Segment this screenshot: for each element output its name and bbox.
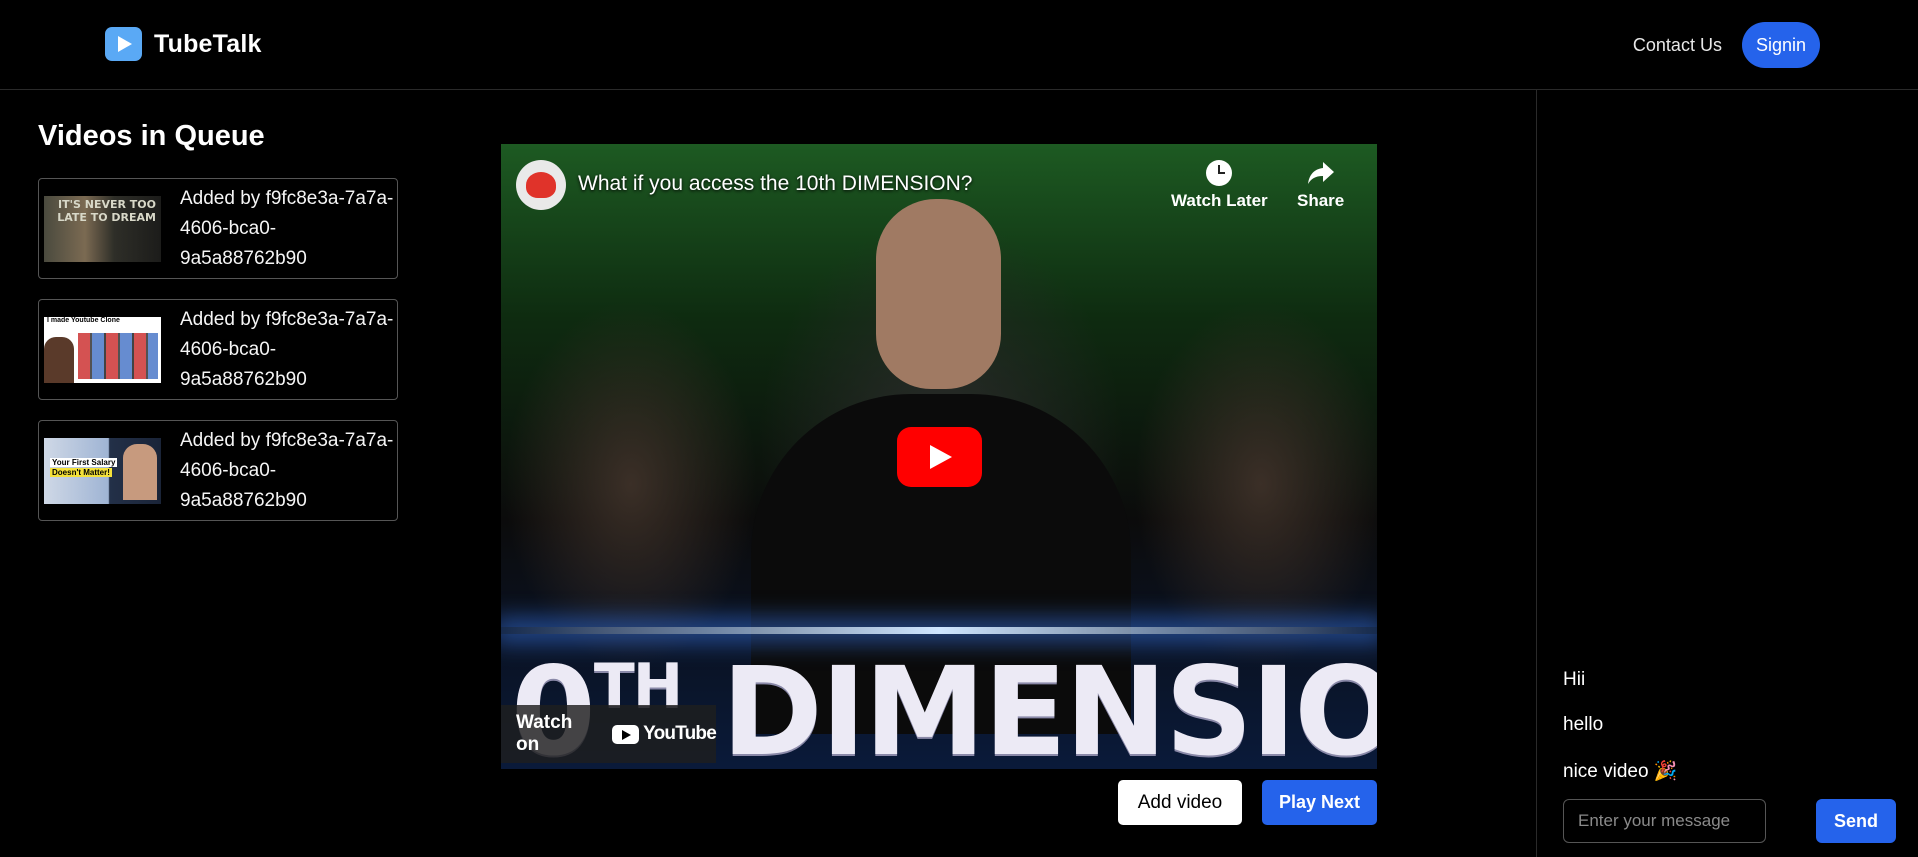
queue-item-added-by: Added by f9fc8e3a-7a7a-4606-bca0-9a5a887… <box>180 187 394 269</box>
youtube-icon <box>612 724 640 744</box>
watch-on-label: Watch on <box>516 712 573 755</box>
play-next-button[interactable]: Play Next <box>1262 780 1377 825</box>
video-player[interactable]: 0TH DIMENSION What if you access the 10t… <box>501 144 1377 769</box>
add-video-button[interactable]: Add video <box>1118 780 1242 825</box>
queue-item[interactable]: I made Youtube Clone Added by f9fc8e3a-7… <box>38 299 398 400</box>
watch-on-youtube-button[interactable]: Watch on YouTube <box>501 705 717 763</box>
youtube-logo: YouTube <box>612 723 717 745</box>
message-input[interactable] <box>1563 799 1766 843</box>
queue-title: Videos in Queue <box>38 120 265 152</box>
watch-later-label: Watch Later <box>1171 191 1268 210</box>
queue-item-added-by: Added by f9fc8e3a-7a7a-4606-bca0-9a5a887… <box>180 308 394 390</box>
thumbnail-big-text-rest: DIMENSION <box>721 641 1377 769</box>
send-button[interactable]: Send <box>1816 799 1896 843</box>
queue-list: IT'S NEVER TOO LATE TO DREAM Added by f9… <box>38 178 400 541</box>
share-label: Share <box>1297 191 1345 210</box>
brand[interactable]: TubeTalk <box>105 27 262 61</box>
thumbnail-graphic <box>78 332 158 379</box>
thumbnail-glow <box>501 627 1377 634</box>
queue-item[interactable]: Your First Salary Doesn't Matter! Added … <box>38 420 398 521</box>
video-thumbnail: Your First Salary Doesn't Matter! <box>44 437 161 504</box>
chat-message: nice video 🎉 <box>1563 761 1678 782</box>
queue-item-added-by: Added by f9fc8e3a-7a7a-4606-bca0-9a5a887… <box>180 429 394 511</box>
video-title[interactable]: What if you access the 10th DIMENSION? <box>578 172 973 196</box>
thumbnail-text: IT'S NEVER TOO LATE TO DREAM <box>57 197 156 224</box>
channel-avatar[interactable] <box>516 160 566 210</box>
thumbnail-person <box>44 336 74 383</box>
chat-message: Hii <box>1563 669 1586 690</box>
contact-us-link[interactable]: Contact Us <box>1633 35 1722 56</box>
chat-panel: Hii hello nice video 🎉 Send <box>1536 90 1918 857</box>
video-thumbnail: I made Youtube Clone <box>44 316 161 383</box>
share-icon <box>1307 162 1334 184</box>
chat-message: hello <box>1563 714 1604 735</box>
brand-name: TubeTalk <box>154 29 262 58</box>
app-header: TubeTalk Contact Us Signin <box>0 0 1918 90</box>
thumbnail-text: Your First Salary <box>50 457 118 467</box>
play-button[interactable] <box>897 427 982 487</box>
queue-item[interactable]: IT'S NEVER TOO LATE TO DREAM Added by f9… <box>38 178 398 279</box>
thumbnail-text: I made Youtube Clone <box>44 316 161 326</box>
share-button[interactable]: Share <box>1297 160 1344 211</box>
thumbnail-text: Doesn't Matter! <box>50 467 112 477</box>
play-icon <box>105 27 142 61</box>
signin-button[interactable]: Signin <box>1741 22 1820 68</box>
header-nav: Contact Us Signin <box>1633 22 1820 68</box>
video-thumbnail: IT'S NEVER TOO LATE TO DREAM <box>44 195 161 262</box>
youtube-label: YouTube <box>643 723 717 744</box>
thumbnail-face <box>876 199 1001 389</box>
thumbnail-person <box>123 443 157 500</box>
clock-icon <box>1206 160 1233 186</box>
watch-later-button[interactable]: Watch Later <box>1171 160 1268 211</box>
